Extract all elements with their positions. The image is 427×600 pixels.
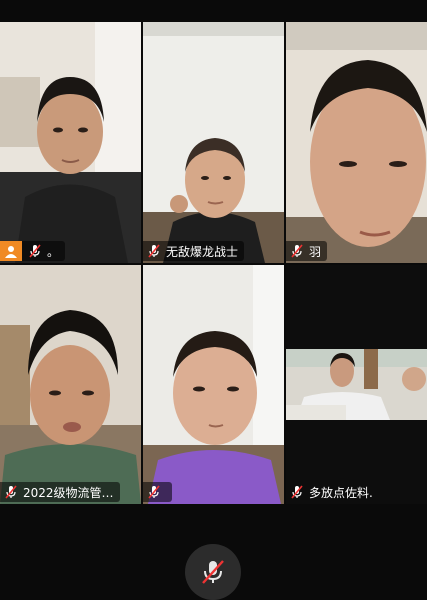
participant-name: 羽 <box>309 244 322 259</box>
participant-name: 。 <box>47 244 60 259</box>
mic-muted-icon <box>202 560 224 584</box>
participant-caption: 多放点佐料. <box>286 482 379 502</box>
user-avatar-icon <box>0 241 22 261</box>
mic-muted-icon <box>5 485 17 499</box>
mic-muted-icon <box>29 244 41 258</box>
mic-muted-icon <box>148 485 160 499</box>
participant-caption: 羽 <box>286 241 328 261</box>
participant-video <box>0 265 141 504</box>
participant-tile[interactable]: 2022级物流管… <box>0 265 141 504</box>
participant-tile[interactable] <box>143 265 284 504</box>
mic-muted-icon <box>291 485 303 499</box>
participant-video <box>143 265 284 504</box>
participant-video <box>0 22 141 263</box>
participant-caption <box>143 482 172 502</box>
participant-video <box>286 349 427 420</box>
mic-muted-icon <box>148 244 160 258</box>
mic-muted-icon <box>291 244 303 258</box>
participant-tile[interactable]: 羽 <box>286 22 427 263</box>
video-grid: 。 无敌爆龙战士 羽 2022级物流管… 多放点佐料. <box>0 22 427 504</box>
participant-tile[interactable]: 。 <box>0 22 141 263</box>
participant-video <box>143 22 284 263</box>
participant-name: 无敌爆龙战士 <box>166 244 239 259</box>
participant-video <box>286 22 427 263</box>
participant-name: 2022级物流管… <box>23 485 114 500</box>
participant-name: 多放点佐料. <box>309 485 373 500</box>
participant-tile[interactable]: 多放点佐料. <box>286 265 427 504</box>
participant-caption: 。 <box>0 241 66 261</box>
mic-toggle-button[interactable] <box>185 544 241 600</box>
participant-tile[interactable]: 无敌爆龙战士 <box>143 22 284 263</box>
participant-caption: 无敌爆龙战士 <box>143 241 245 261</box>
participant-caption: 2022级物流管… <box>0 482 120 502</box>
